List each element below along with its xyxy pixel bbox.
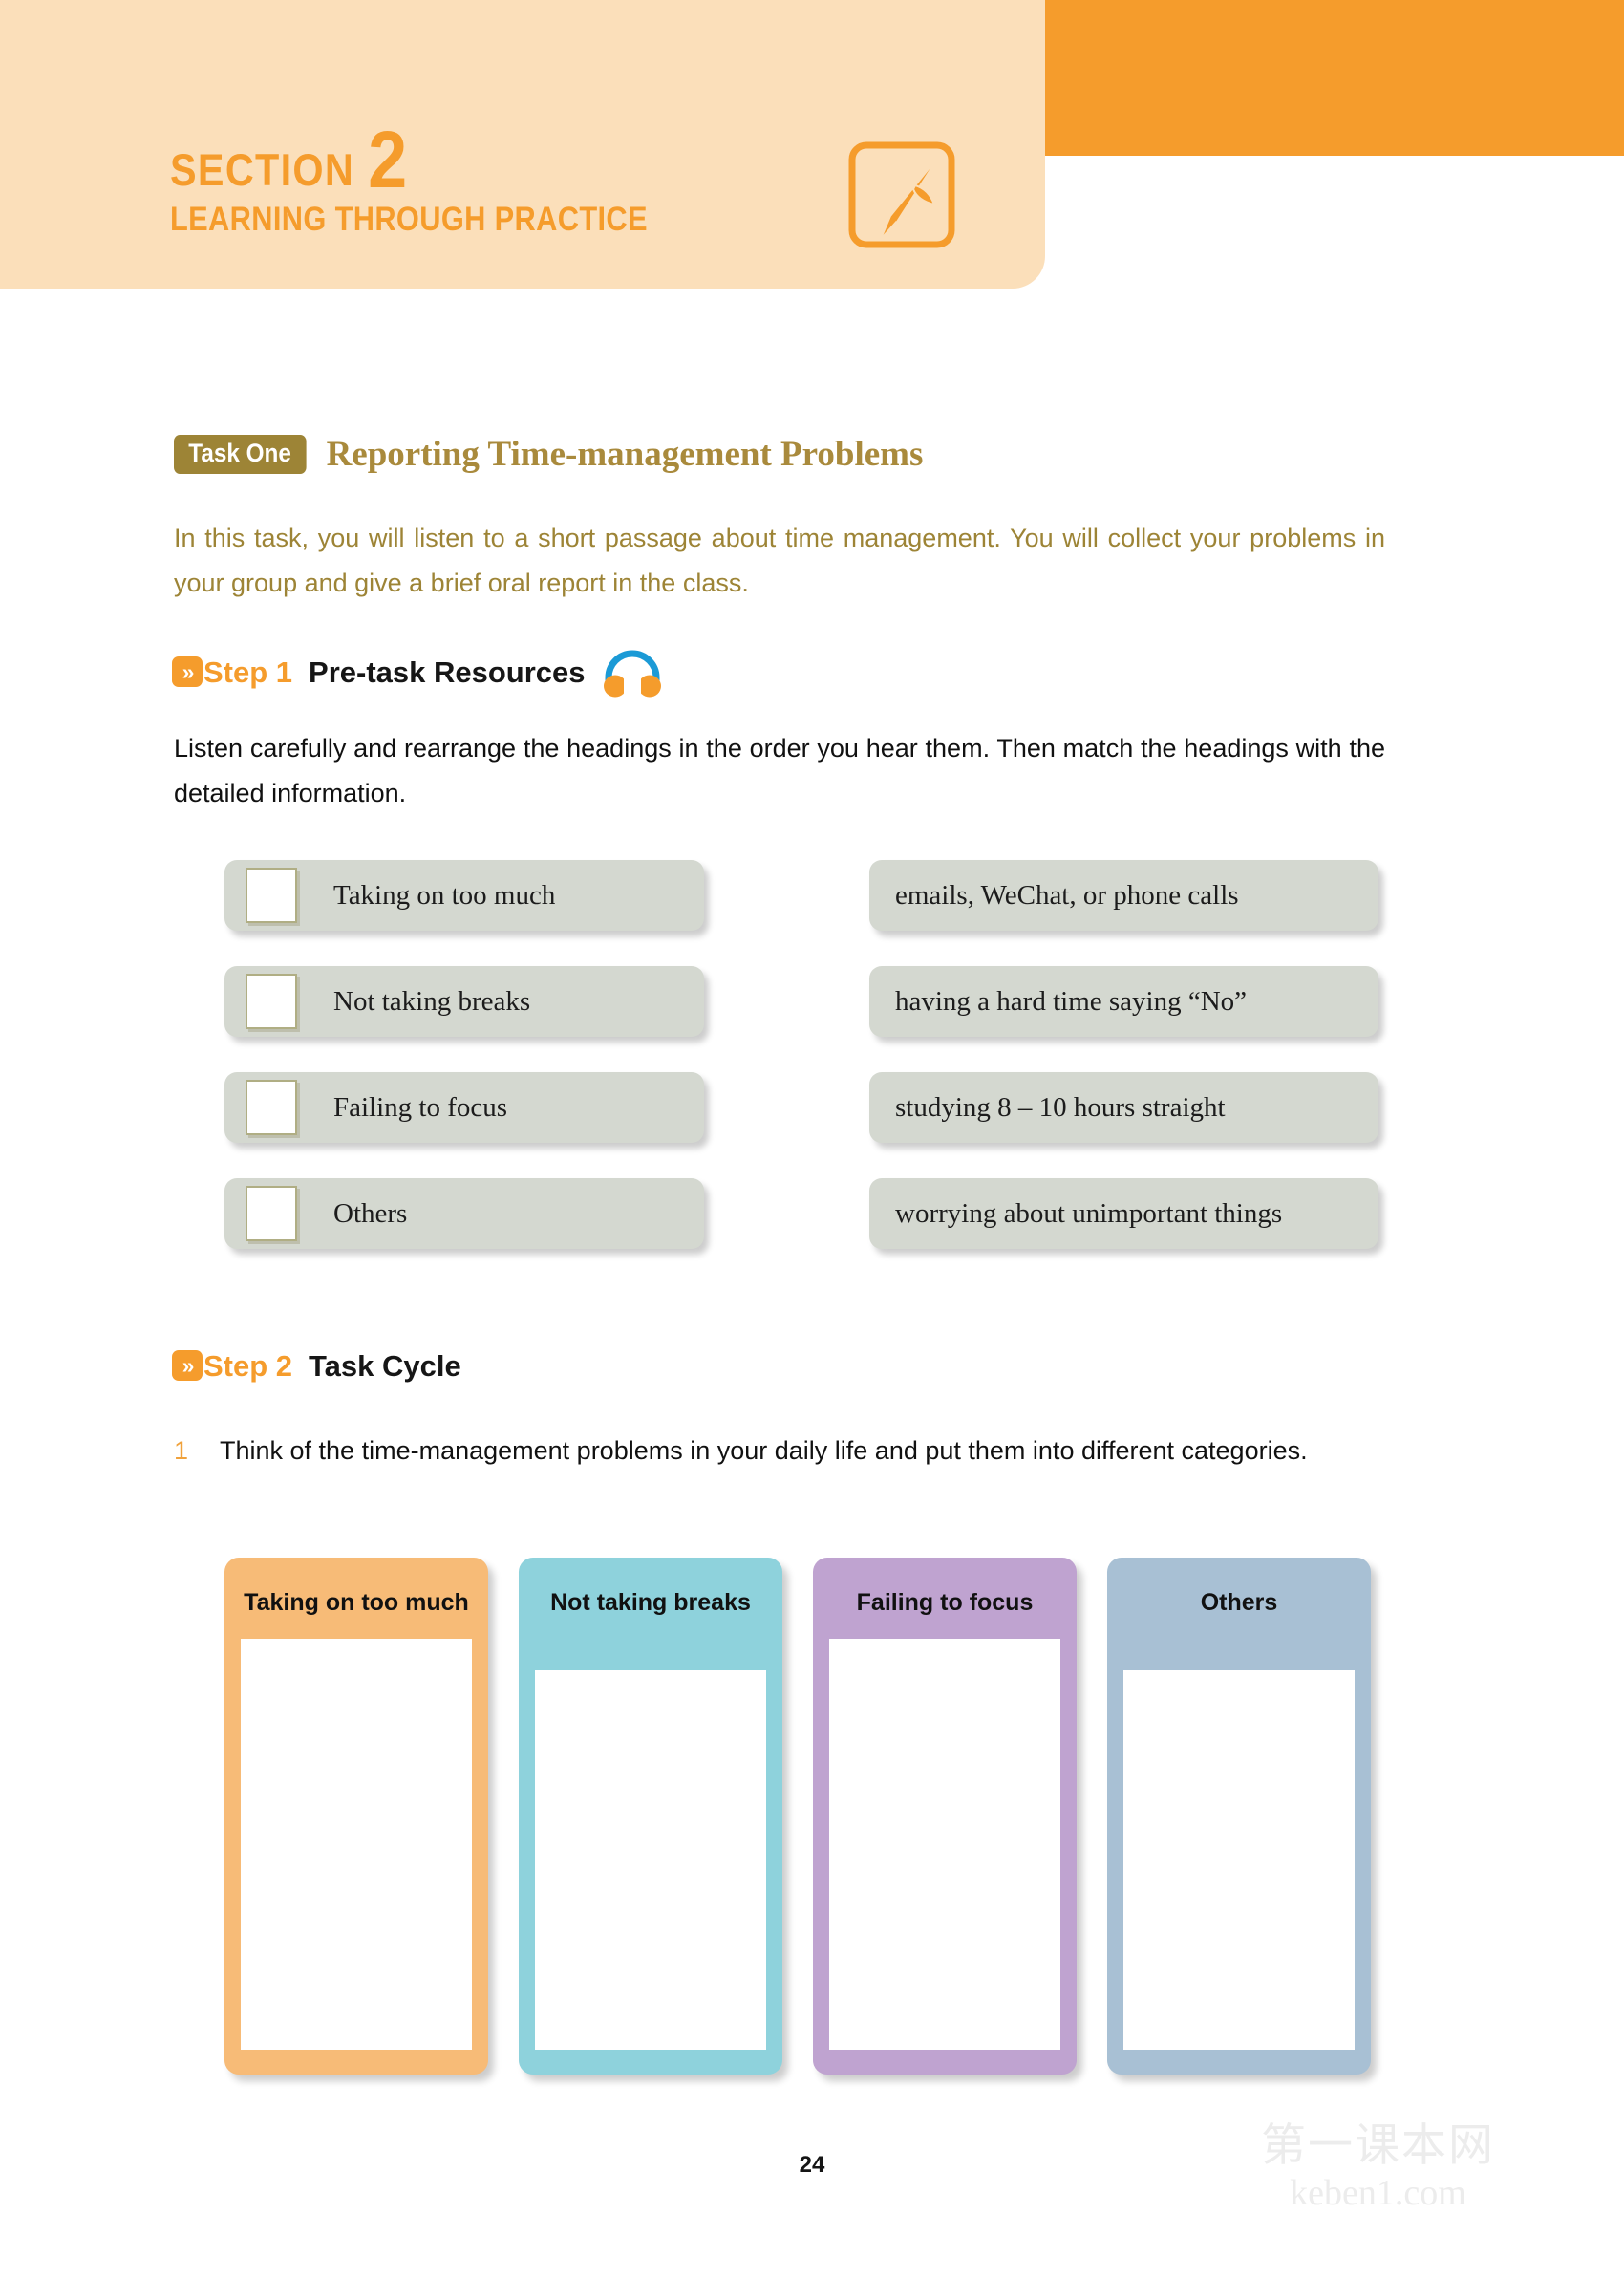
step-2-name-label: Task Cycle — [309, 1348, 461, 1383]
category-card-title: Not taking breaks — [550, 1589, 751, 1616]
category-card-write-area[interactable] — [241, 1639, 472, 2050]
task-title: Reporting Time-management Problems — [326, 435, 924, 474]
heading-box-label: Others — [333, 1197, 408, 1229]
category-card-write-area[interactable] — [535, 1670, 766, 2050]
heading-box[interactable]: Taking on too much — [224, 860, 704, 931]
category-cards-row: Taking on too much Not taking breaks Fai… — [224, 1558, 1380, 2075]
detail-box-label: having a hard time saying “No” — [895, 985, 1248, 1017]
step-2-number-label: Step 2 — [203, 1348, 293, 1383]
heading-box[interactable]: Others — [224, 1178, 704, 1249]
page-header: SECTION 2 LEARNING THROUGH PRACTICE — [0, 0, 1624, 289]
section-number: 2 — [368, 115, 409, 204]
category-card-write-area[interactable] — [1123, 1670, 1355, 2050]
chevron-double-right-icon: » — [172, 1350, 203, 1381]
list-item-number: 1 — [174, 1436, 189, 1465]
heading-box[interactable]: Failing to focus — [224, 1072, 704, 1143]
step-1-heading: » Step 1 Pre-task Resources — [172, 648, 662, 698]
detail-box-label: studying 8 – 10 hours straight — [895, 1091, 1226, 1123]
task-heading: Task One Reporting Time-management Probl… — [174, 435, 923, 474]
headphones-icon — [603, 650, 662, 698]
detail-box-label: worrying about unimportant things — [895, 1197, 1283, 1229]
heading-boxes-column: Taking on too much Not taking breaks Fai… — [224, 860, 704, 1284]
checkbox[interactable] — [246, 974, 297, 1029]
heading-box[interactable]: Not taking breaks — [224, 966, 704, 1037]
checkbox[interactable] — [246, 868, 297, 923]
category-card-write-area[interactable] — [829, 1639, 1060, 2050]
section-word: SECTION — [170, 143, 355, 195]
heading-box-label: Taking on too much — [333, 879, 556, 911]
category-card-others[interactable]: Others — [1107, 1558, 1371, 2075]
detail-box[interactable]: worrying about unimportant things — [869, 1178, 1378, 1249]
checkbox[interactable] — [246, 1186, 297, 1241]
pen-nib-icon — [848, 141, 955, 248]
chevron-double-right-icon: » — [172, 656, 203, 687]
checkbox[interactable] — [246, 1080, 297, 1135]
step-1-number-label: Step 1 — [203, 655, 293, 689]
section-title: SECTION 2 LEARNING THROUGH PRACTICE — [170, 115, 713, 239]
step-1-instruction: Listen carefully and rearrange the headi… — [174, 734, 1385, 808]
step-2-list-item: 1 Think of the time-management problems … — [174, 1429, 1385, 1473]
step-2-heading: » Step 2 Task Cycle — [172, 1350, 461, 1381]
section-subtitle: LEARNING THROUGH PRACTICE — [170, 200, 648, 238]
category-card-taking-on-too-much[interactable]: Taking on too much — [224, 1558, 488, 2075]
task-intro-paragraph: In this task, you will listen to a short… — [174, 524, 1385, 598]
detail-box[interactable]: emails, WeChat, or phone calls — [869, 860, 1378, 931]
header-orange-accent-block — [1045, 0, 1624, 156]
detail-box-label: emails, WeChat, or phone calls — [895, 879, 1239, 911]
task-badge: Task One — [174, 435, 307, 474]
category-card-failing-to-focus[interactable]: Failing to focus — [813, 1558, 1077, 2075]
category-card-title: Failing to focus — [856, 1589, 1034, 1616]
heading-box-label: Not taking breaks — [333, 985, 531, 1017]
watermark: 第一课本网 keben1.com — [1261, 2121, 1495, 2214]
list-item-text: Think of the time-management problems in… — [220, 1436, 1308, 1465]
detail-box[interactable]: having a hard time saying “No” — [869, 966, 1378, 1037]
watermark-chinese-text: 第一课本网 — [1261, 2119, 1495, 2172]
step-1-name-label: Pre-task Resources — [309, 655, 586, 689]
section-title-line1: SECTION 2 — [170, 115, 648, 204]
category-card-not-taking-breaks[interactable]: Not taking breaks — [519, 1558, 782, 2075]
category-card-title: Others — [1200, 1589, 1278, 1616]
detail-box[interactable]: studying 8 – 10 hours straight — [869, 1072, 1378, 1143]
heading-box-label: Failing to focus — [333, 1091, 508, 1123]
category-card-title: Taking on too much — [244, 1589, 469, 1616]
detail-boxes-column: emails, WeChat, or phone calls having a … — [869, 860, 1378, 1284]
watermark-url-text: keben1.com — [1290, 2172, 1466, 2213]
